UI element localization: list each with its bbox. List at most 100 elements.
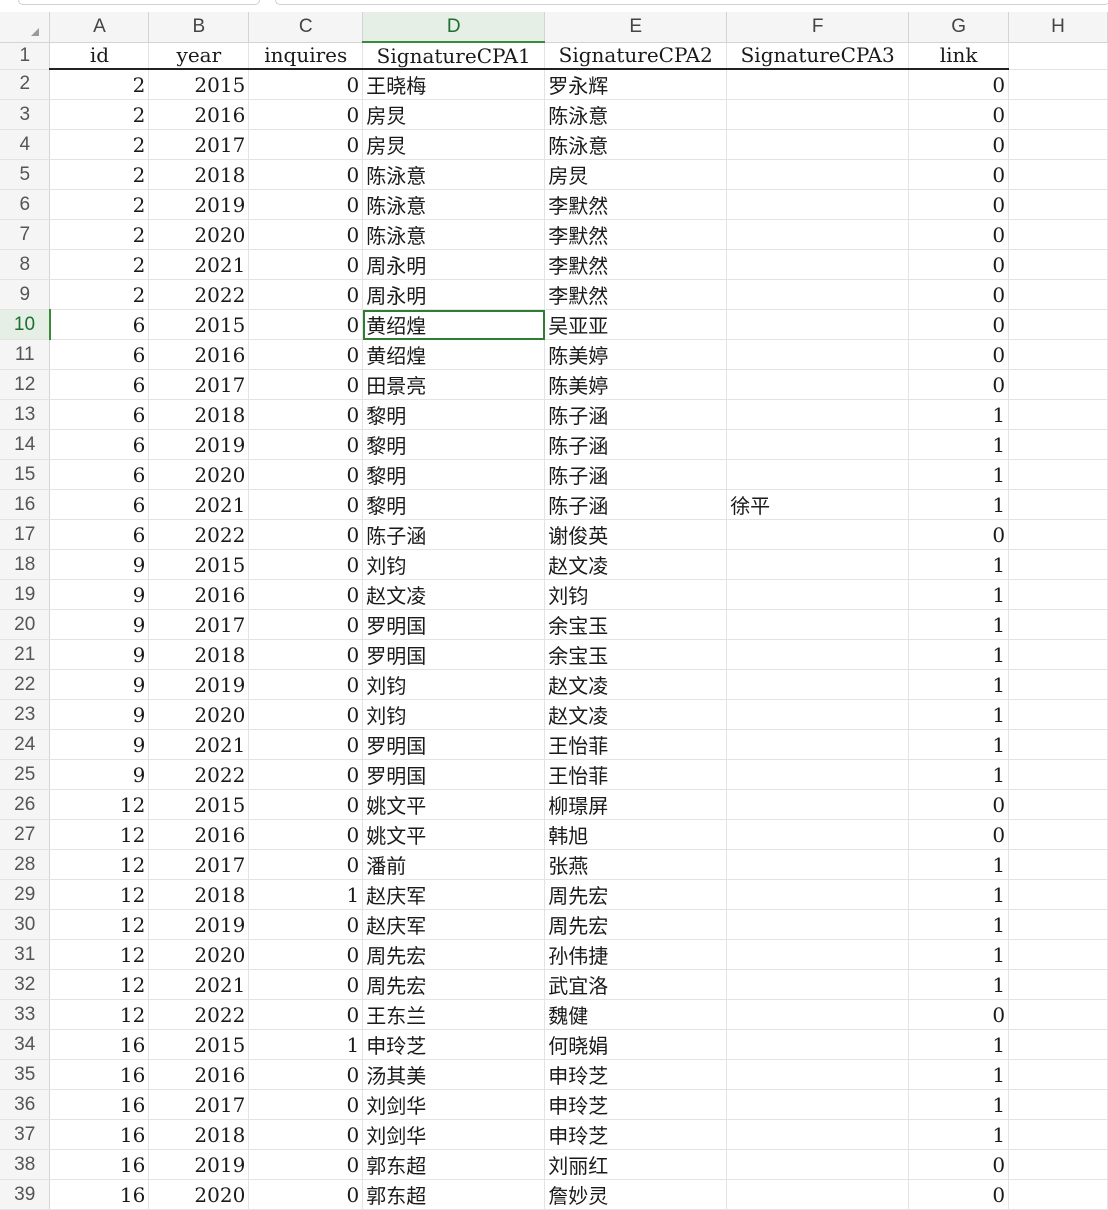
- empty-cell[interactable]: [1008, 459, 1108, 490]
- header-cell-id[interactable]: id: [49, 42, 150, 70]
- cell-id[interactable]: 2: [49, 219, 150, 250]
- cell-link[interactable]: 0: [908, 279, 1010, 310]
- cell-signaturecpa1[interactable]: 刘钧: [362, 699, 546, 730]
- cell-signaturecpa1[interactable]: 黎明: [362, 429, 546, 460]
- cell-signaturecpa3[interactable]: [726, 639, 910, 670]
- cell-signaturecpa1[interactable]: 黎明: [362, 399, 546, 430]
- empty-cell[interactable]: [1008, 759, 1108, 790]
- cell-inquires[interactable]: 0: [248, 129, 364, 160]
- cell-signaturecpa2[interactable]: 吴亚亚: [544, 309, 728, 340]
- cell-inquires[interactable]: 0: [248, 219, 364, 250]
- cell-signaturecpa1[interactable]: 房炅: [362, 129, 546, 160]
- cell-inquires[interactable]: 0: [248, 399, 364, 430]
- cell-signaturecpa1[interactable]: 刘钧: [362, 669, 546, 700]
- cell-year[interactable]: 2018: [148, 639, 250, 670]
- cell-link[interactable]: 0: [908, 999, 1010, 1030]
- cell-signaturecpa1[interactable]: 王晓梅: [362, 69, 546, 100]
- cell-inquires[interactable]: 0: [248, 519, 364, 550]
- cell-id[interactable]: 12: [49, 789, 150, 820]
- cell-year[interactable]: 2016: [148, 339, 250, 370]
- cell-inquires[interactable]: 0: [248, 549, 364, 580]
- empty-cell[interactable]: [1008, 1179, 1108, 1210]
- cell-inquires[interactable]: 0: [248, 1089, 364, 1120]
- empty-cell[interactable]: [1008, 879, 1108, 910]
- cell-signaturecpa1[interactable]: 周永明: [362, 279, 546, 310]
- cell-inquires[interactable]: 0: [248, 729, 364, 760]
- cell-inquires[interactable]: 0: [248, 69, 364, 100]
- column-header-b[interactable]: B: [148, 12, 250, 43]
- cell-id[interactable]: 16: [49, 1179, 150, 1210]
- cell-signaturecpa3[interactable]: [726, 189, 910, 220]
- empty-cell[interactable]: [1008, 189, 1108, 220]
- cell-signaturecpa2[interactable]: 柳璟屏: [544, 789, 728, 820]
- cell-signaturecpa3[interactable]: [726, 1089, 910, 1120]
- cell-signaturecpa1[interactable]: 刘剑华: [362, 1089, 546, 1120]
- cell-signaturecpa1[interactable]: 黎明: [362, 459, 546, 490]
- cell-year[interactable]: 2015: [148, 1029, 250, 1060]
- cell-signaturecpa1[interactable]: 罗明国: [362, 639, 546, 670]
- cell-id[interactable]: 6: [49, 369, 150, 400]
- cell-signaturecpa2[interactable]: 李默然: [544, 249, 728, 280]
- cell-inquires[interactable]: 0: [248, 369, 364, 400]
- cell-signaturecpa2[interactable]: 余宝玉: [544, 639, 728, 670]
- cell-signaturecpa2[interactable]: 陈泳意: [544, 99, 728, 130]
- cell-link[interactable]: 1: [908, 969, 1010, 1000]
- cell-id[interactable]: 6: [49, 339, 150, 370]
- cell-year[interactable]: 2016: [148, 579, 250, 610]
- header-cell-signaturecpa3[interactable]: SignatureCPA3: [726, 42, 910, 70]
- cell-signaturecpa2[interactable]: 魏健: [544, 999, 728, 1030]
- row-number[interactable]: 12: [0, 369, 51, 400]
- cell-signaturecpa2[interactable]: 武宜洛: [544, 969, 728, 1000]
- column-header-f[interactable]: F: [726, 12, 910, 43]
- cell-signaturecpa3[interactable]: [726, 519, 910, 550]
- empty-cell[interactable]: [1008, 669, 1108, 700]
- column-header-e[interactable]: E: [544, 12, 728, 43]
- cell-inquires[interactable]: 0: [248, 1179, 364, 1210]
- cell-signaturecpa1[interactable]: 罗明国: [362, 609, 546, 640]
- cell-inquires[interactable]: 0: [248, 639, 364, 670]
- cell-year[interactable]: 2016: [148, 819, 250, 850]
- cell-link[interactable]: 0: [908, 369, 1010, 400]
- row-number[interactable]: 5: [0, 159, 51, 190]
- empty-cell[interactable]: [1008, 129, 1108, 160]
- cell-id[interactable]: 6: [49, 489, 150, 520]
- cell-signaturecpa1[interactable]: 赵庆军: [362, 879, 546, 910]
- cell-year[interactable]: 2019: [148, 669, 250, 700]
- row-number[interactable]: 11: [0, 339, 51, 370]
- empty-cell[interactable]: [1008, 369, 1108, 400]
- cell-signaturecpa3[interactable]: [726, 369, 910, 400]
- cell-signaturecpa3[interactable]: [726, 879, 910, 910]
- empty-cell[interactable]: [1008, 489, 1108, 520]
- cell-id[interactable]: 2: [49, 279, 150, 310]
- cell-id[interactable]: 12: [49, 849, 150, 880]
- cell-signaturecpa2[interactable]: 周先宏: [544, 909, 728, 940]
- cell-signaturecpa3[interactable]: [726, 1149, 910, 1180]
- cell-inquires[interactable]: 0: [248, 669, 364, 700]
- empty-cell[interactable]: [1008, 99, 1108, 130]
- cell-year[interactable]: 2017: [148, 609, 250, 640]
- cell-id[interactable]: 9: [49, 549, 150, 580]
- cell-signaturecpa3[interactable]: [726, 309, 910, 340]
- empty-cell[interactable]: [1008, 639, 1108, 670]
- cell-year[interactable]: 2016: [148, 99, 250, 130]
- cell-signaturecpa2[interactable]: 李默然: [544, 219, 728, 250]
- cell-year[interactable]: 2018: [148, 399, 250, 430]
- cell-link[interactable]: 0: [908, 339, 1010, 370]
- cell-link[interactable]: 1: [908, 1089, 1010, 1120]
- cell-signaturecpa3[interactable]: [726, 609, 910, 640]
- cell-signaturecpa2[interactable]: 孙伟捷: [544, 939, 728, 970]
- empty-cell[interactable]: [1008, 549, 1108, 580]
- cell-signaturecpa2[interactable]: 何晓娟: [544, 1029, 728, 1060]
- cell-link[interactable]: 1: [908, 399, 1010, 430]
- row-number[interactable]: 17: [0, 519, 51, 550]
- cell-id[interactable]: 6: [49, 459, 150, 490]
- cell-signaturecpa3[interactable]: [726, 1059, 910, 1090]
- empty-cell[interactable]: [1008, 249, 1108, 280]
- cell-inquires[interactable]: 0: [248, 309, 364, 340]
- cell-signaturecpa2[interactable]: 李默然: [544, 279, 728, 310]
- cell-signaturecpa2[interactable]: 余宝玉: [544, 609, 728, 640]
- row-number[interactable]: 20: [0, 609, 51, 640]
- row-number[interactable]: 3: [0, 99, 51, 130]
- cell-signaturecpa3[interactable]: [726, 819, 910, 850]
- cell-inquires[interactable]: 0: [248, 159, 364, 190]
